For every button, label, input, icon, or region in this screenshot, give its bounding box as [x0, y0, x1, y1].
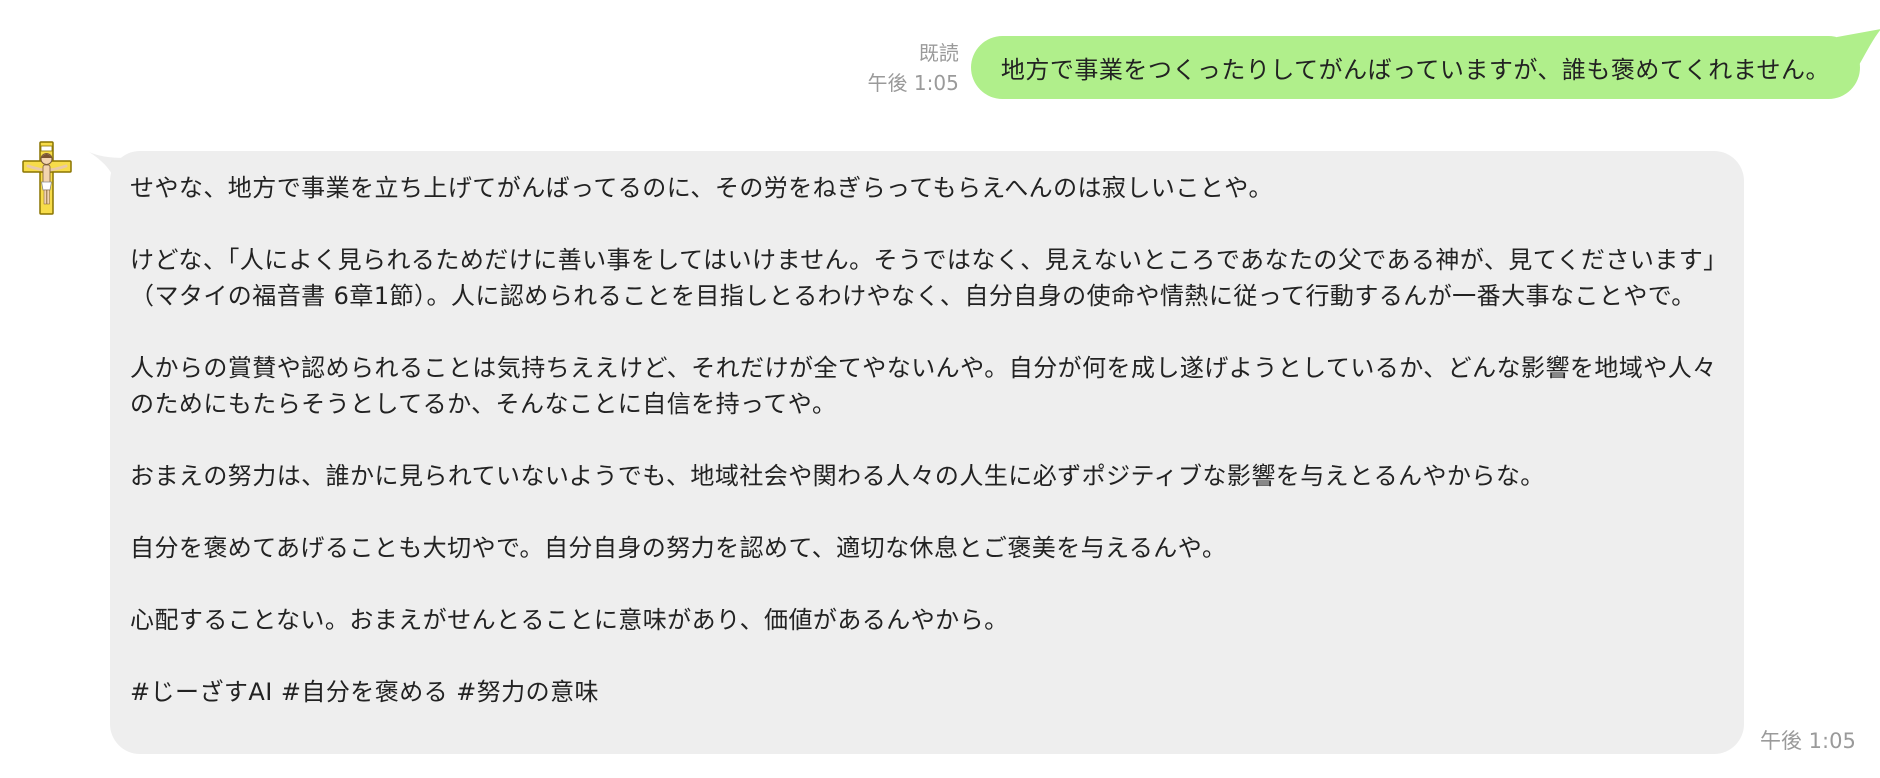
chat-window: 既読 午後 1:05 地方で事業をつくったりしてがんばっていますが、誰も褒めてく… — [0, 0, 1880, 778]
outgoing-message-meta: 既読 午後 1:05 — [868, 38, 959, 98]
message-paragraph: せやな、地方で事業を立ち上げてがんばってるのに、その労をねぎらってもらえへんのは… — [130, 174, 1273, 202]
message-paragraph: 人からの賞賛や認められることは気持ちええけど、それだけが全てやないんや。自分が何… — [130, 354, 1717, 418]
crucifix-avatar-icon[interactable] — [22, 140, 72, 216]
outgoing-message-bubble[interactable]: 地方で事業をつくったりしてがんばっていますが、誰も褒めてくれません。 — [970, 29, 1880, 99]
message-paragraph: 心配することない。おまえがせんとることに意味があり、価値があるんやから。 — [130, 606, 1009, 634]
message-paragraph: おまえの努力は、誰かに見られていないようでも、地域社会や関わる人々の人生に必ずポ… — [130, 462, 1545, 490]
outgoing-message-text: 地方で事業をつくったりしてがんばっていますが、誰も褒めてくれません。 — [1000, 56, 1830, 84]
outgoing-bubble-tail — [1837, 29, 1880, 65]
outgoing-message-time: 午後 1:05 — [867, 71, 959, 95]
message-paragraph: 自分を褒めてあげることも大切やで。自分自身の努力を認めて、適切な休息とご褒美を与… — [130, 534, 1227, 562]
incoming-message-bubble[interactable]: せやな、地方で事業を立ち上げてがんばってるのに、その労をねぎらってもらえへんのは… — [110, 151, 1744, 754]
message-paragraph: けどな、「人によく見られるためだけに善い事をしてはいけません。そうではなく、見え… — [130, 246, 1716, 310]
incoming-message-time: 午後 1:05 — [1760, 729, 1856, 753]
outgoing-message-row: 既読 午後 1:05 地方で事業をつくったりしてがんばっていますが、誰も褒めてく… — [868, 29, 1880, 99]
read-status: 既読 — [918, 41, 959, 65]
hashtags: #じーざすAI #自分を褒める #努力の意味 — [130, 678, 599, 706]
